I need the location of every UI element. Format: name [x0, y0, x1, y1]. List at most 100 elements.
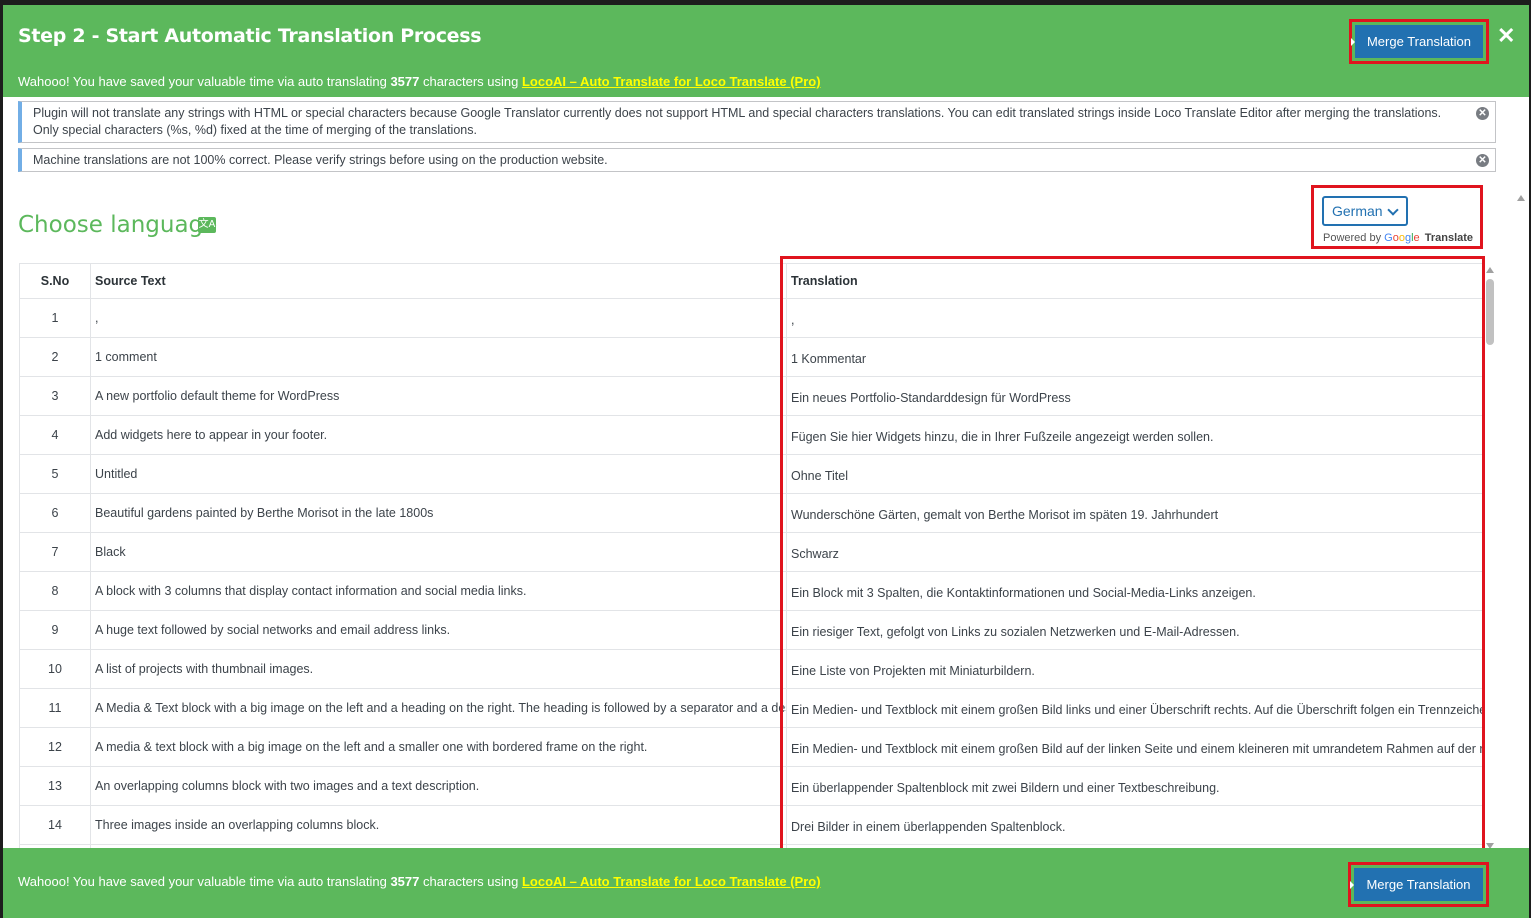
saved-middle: characters using: [419, 74, 522, 89]
table-row: 9A huge text followed by social networks…: [19, 610, 1484, 650]
google-logo: Google: [1384, 232, 1420, 244]
translation-cell[interactable]: Ein Medien- und Textblock mit einem groß…: [786, 727, 1484, 767]
choose-language-heading: Choose language: [18, 212, 218, 238]
language-select[interactable]: German: [1322, 196, 1408, 226]
table-row: 10 A list of projects with thumbnail imag…: [19, 649, 1484, 689]
translation-cell[interactable]: Ein Medien- und Textblock mit einem groß…: [786, 688, 1484, 728]
source-text-cell: Add widgets here to appear in your foote…: [90, 415, 787, 455]
row-number: 10: [19, 649, 91, 689]
chevron-down-icon: [1387, 204, 1399, 216]
translate-word: Translate: [1424, 232, 1474, 244]
row-number: 11: [19, 688, 91, 728]
row-number: 9: [19, 610, 91, 650]
header-translation: Translation: [786, 263, 1484, 299]
table-row: 8A block with 3 columns that display con…: [19, 571, 1484, 611]
source-text-cell: Black: [90, 532, 787, 572]
html-notice: Plugin will not translate any strings wi…: [18, 101, 1496, 143]
merge-label: Merge Translation: [1366, 34, 1472, 49]
row-number: 14: [19, 805, 91, 845]
dismiss-icon[interactable]: ✕: [1476, 154, 1489, 167]
table-scrollbar[interactable]: [1484, 267, 1496, 848]
table-row: 12 A media & text block with a big image …: [19, 727, 1484, 767]
modal-footer: Wahooo! You have saved your valuable tim…: [3, 848, 1529, 918]
source-text-cell: A huge text followed by social networks …: [90, 610, 787, 650]
merge-translation-button-top[interactable]: Merge Translation: [1351, 25, 1483, 58]
source-text-cell: ,: [90, 298, 787, 338]
table-header-row: S.No Source Text Translation: [19, 263, 1484, 299]
translation-cell[interactable]: Fügen Sie hier Widgets hinzu, die in Ihr…: [786, 415, 1484, 455]
row-number: 8: [19, 571, 91, 611]
notice-text: Machine translations are not 100% correc…: [33, 153, 608, 167]
row-number: 2: [19, 337, 91, 377]
saved-middle: characters using: [419, 874, 522, 889]
saved-prefix: Wahooo! You have saved your valuable tim…: [18, 874, 391, 889]
caret-right-icon: [1351, 37, 1355, 46]
source-text-cell: 1 comment: [90, 337, 787, 377]
table-row: 6 Beautiful gardens painted by Berthe Mor…: [19, 493, 1484, 533]
table-row: 4 Add widgets here to appear in your foot…: [19, 415, 1484, 455]
merge-highlight-bottom: Merge Translation: [1348, 862, 1489, 907]
translation-cell[interactable]: Eine Liste von Projekten mit Miniaturbil…: [786, 649, 1484, 689]
row-number: 4: [19, 415, 91, 455]
row-number: 5: [19, 454, 91, 494]
table-row: 7 Black Schwarz: [19, 532, 1484, 572]
translation-cell[interactable]: ,: [786, 298, 1484, 338]
translation-cell[interactable]: Ein riesiger Text, gefolgt von Links zu …: [786, 610, 1484, 650]
table-row: 13 An overlapping columns block with two …: [19, 766, 1484, 806]
selected-language: German: [1332, 203, 1383, 219]
modal-scrollbar[interactable]: [1514, 189, 1529, 848]
dismiss-icon[interactable]: ✕: [1476, 107, 1489, 120]
powered-by-text: Powered by: [1323, 232, 1382, 244]
caret-right-icon: [1350, 880, 1354, 889]
notice-text: Plugin will not translate any strings wi…: [33, 106, 1442, 137]
translation-cell[interactable]: Ohne Titel: [786, 454, 1484, 494]
saved-prefix: Wahooo! You have saved your valuable tim…: [18, 74, 391, 89]
row-number: 12: [19, 727, 91, 767]
scroll-up-icon[interactable]: [1517, 195, 1525, 201]
modal-content: Plugin will not translate any strings wi…: [3, 97, 1529, 848]
translate-icon: 文A: [198, 217, 216, 233]
table-row: 1,,: [19, 298, 1484, 338]
table-row: 21 comment 1 Kommentar: [19, 337, 1484, 377]
merge-highlight-top: Merge Translation: [1349, 19, 1489, 64]
strings-table-wrap: S.No Source Text Translation 1,,21 comme…: [19, 263, 1484, 848]
source-text-cell: A media & text block with a big image on…: [90, 727, 787, 767]
header-sno: S.No: [19, 263, 91, 299]
translation-cell[interactable]: Ein neues Portfolio-Standarddesign für W…: [786, 376, 1484, 416]
source-text-cell: Three images inside an overlapping colum…: [90, 805, 787, 845]
table-row: 14 Three images inside an overlapping col…: [19, 805, 1484, 845]
source-text-cell: An overlapping columns block with two im…: [90, 766, 787, 806]
translation-cell[interactable]: Drei Bilder in einem überlappenden Spalt…: [786, 805, 1484, 845]
language-selector-highlight: German Powered by Google Translate: [1311, 185, 1483, 249]
source-text-cell: A block with 3 columns that display cont…: [90, 571, 787, 611]
row-number: 1: [19, 298, 91, 338]
source-text-cell: Untitled: [90, 454, 787, 494]
plugin-link[interactable]: LocoAI – Auto Translate for Loco Transla…: [522, 874, 821, 889]
row-number: 6: [19, 493, 91, 533]
row-number: 7: [19, 532, 91, 572]
translation-cell[interactable]: Ein überlappender Spaltenblock mit zwei …: [786, 766, 1484, 806]
table-body: 1,,21 comment 1 Kommentar 3 A new portfolio…: [19, 298, 1484, 848]
accuracy-notice: Machine translations are not 100% correc…: [18, 148, 1496, 172]
translation-modal: Step 2 - Start Automatic Translation Pro…: [3, 5, 1529, 918]
table-row: 11 A Media & Text block with a big image …: [19, 688, 1484, 728]
row-number: 3: [19, 376, 91, 416]
source-text-cell: A list of projects with thumbnail images…: [90, 649, 787, 689]
modal-header: Step 2 - Start Automatic Translation Pro…: [3, 5, 1529, 97]
header-source: Source Text: [90, 263, 787, 299]
merge-label: Merge Translation: [1366, 877, 1471, 892]
scroll-up-icon[interactable]: [1486, 267, 1494, 273]
table-row: 5 Untitled Ohne Titel: [19, 454, 1484, 494]
powered-by-google: Powered by Google Translate: [1323, 232, 1473, 244]
saved-message-top: Wahooo! You have saved your valuable tim…: [18, 74, 821, 89]
translation-cell[interactable]: Ein Block mit 3 Spalten, die Kontaktinfo…: [786, 571, 1484, 611]
close-icon[interactable]: ✕: [1497, 23, 1515, 49]
translation-cell[interactable]: Wunderschöne Gärten, gemalt von Berthe M…: [786, 493, 1484, 533]
translation-cell[interactable]: Schwarz: [786, 532, 1484, 572]
plugin-link[interactable]: LocoAI – Auto Translate for Loco Transla…: [522, 74, 821, 89]
char-count: 3577: [390, 74, 420, 89]
scroll-thumb[interactable]: [1486, 279, 1494, 345]
merge-translation-button-bottom[interactable]: Merge Translation: [1350, 868, 1483, 901]
source-text-cell: A new portfolio default theme for WordPr…: [90, 376, 787, 416]
translation-cell[interactable]: 1 Kommentar: [786, 337, 1484, 377]
